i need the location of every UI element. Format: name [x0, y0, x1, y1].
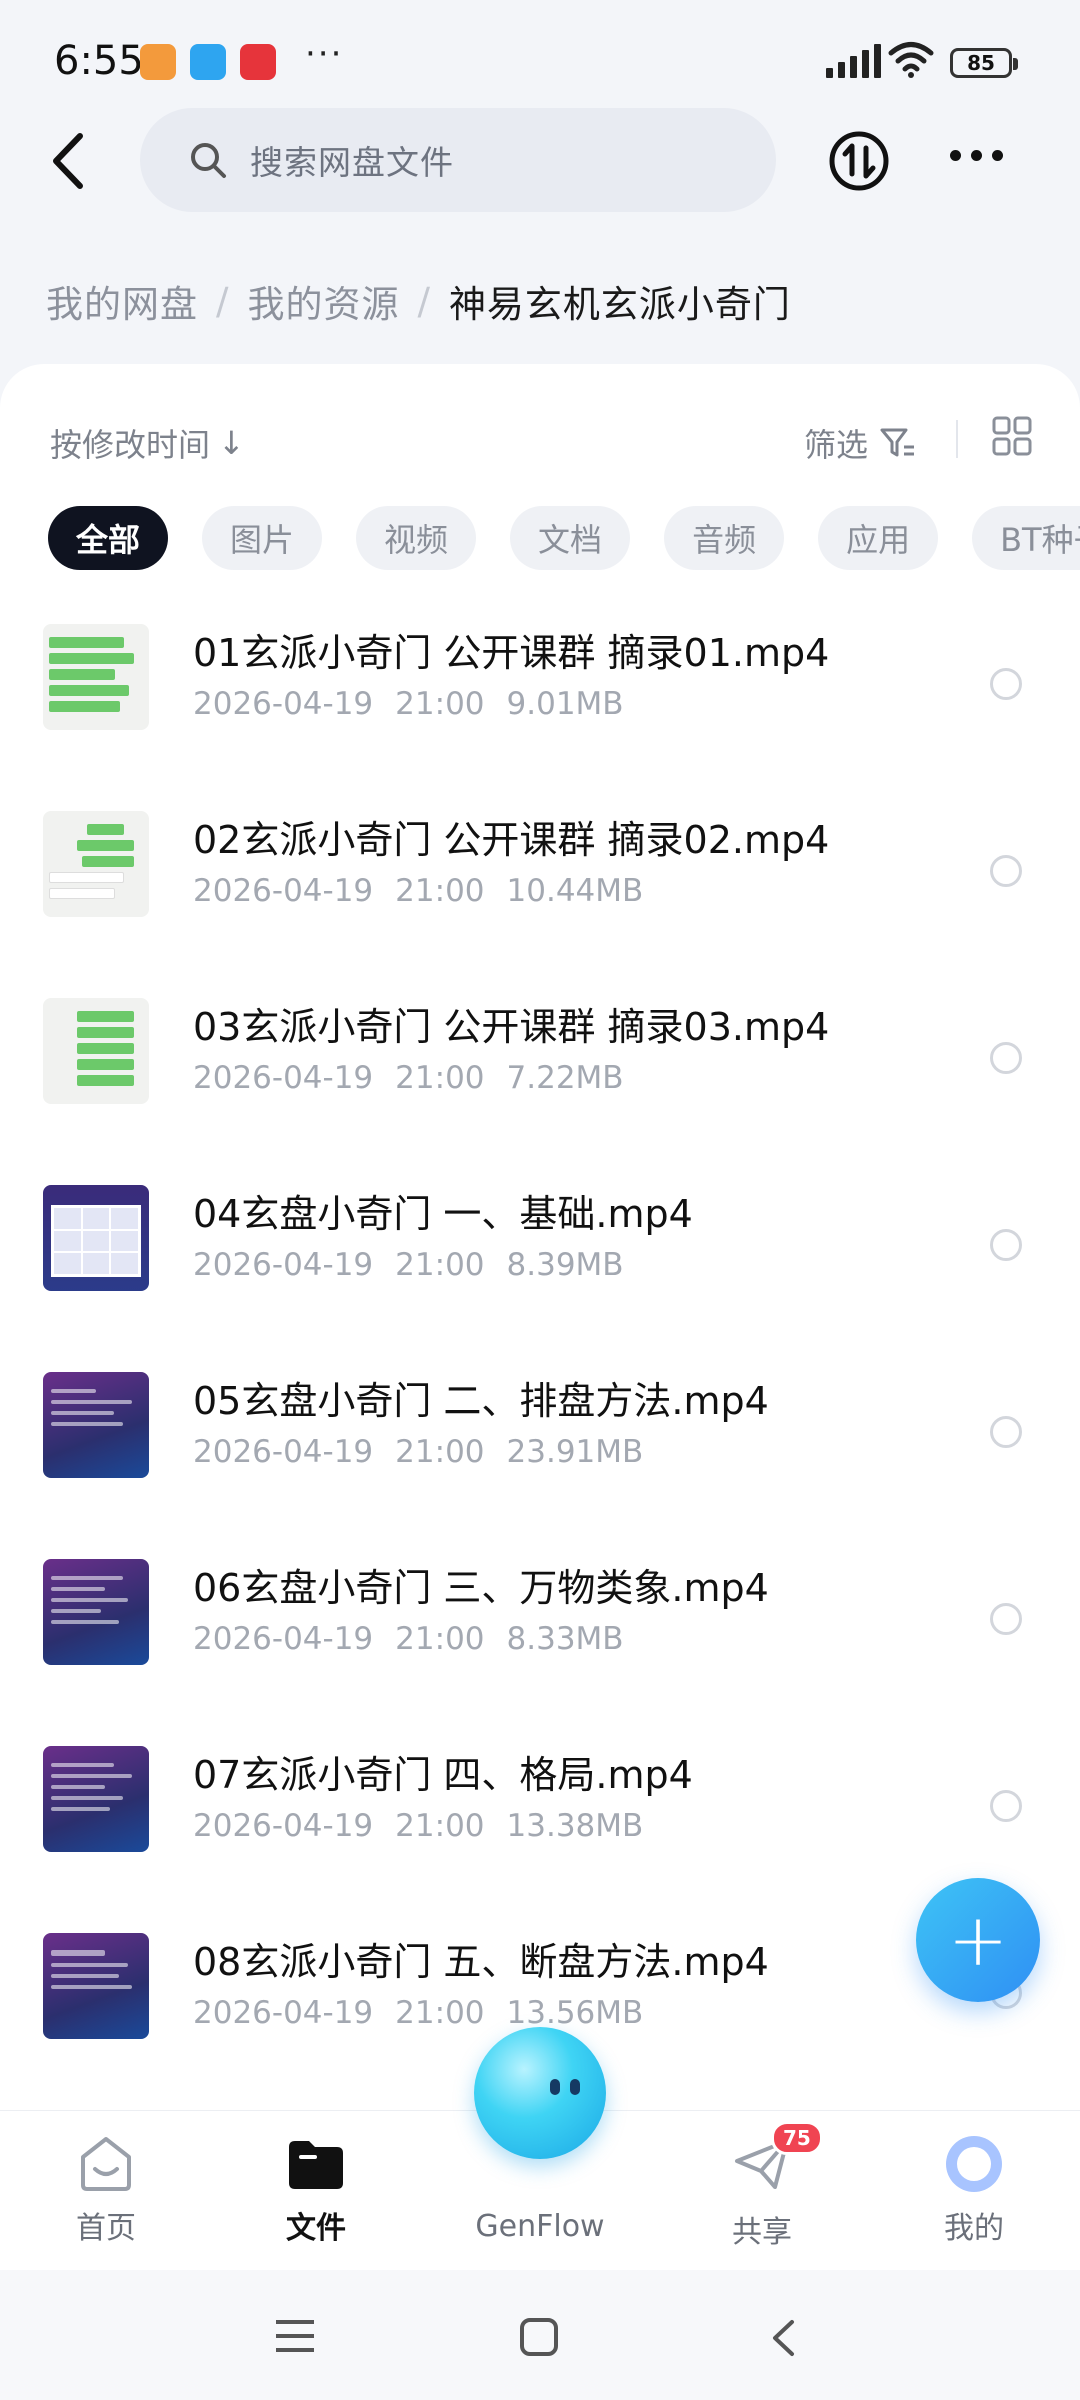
file-name: 07玄派小奇门 四、格局.mp4 [193, 1753, 693, 1797]
signal-icon [826, 44, 881, 78]
nav-genflow-label[interactable]: GenFlow [470, 2209, 610, 2244]
file-name: 01玄派小奇门 公开课群 摘录01.mp4 [193, 631, 830, 675]
sort-label: 按修改时间 [50, 426, 211, 464]
breadcrumb: 我的网盘 / 我的资源 / 神易玄机玄派小奇门 [46, 274, 791, 328]
file-thumbnail [43, 1372, 149, 1478]
file-row[interactable]: 05玄盘小奇门 二、排盘方法.mp4 2026-04-19 21:00 23.91M… [0, 1352, 1080, 1539]
file-name: 04玄盘小奇门 一、基础.mp4 [193, 1192, 693, 1236]
select-checkbox[interactable] [990, 855, 1022, 887]
nav-share-label: 共享 [732, 2215, 792, 2250]
filter-label: 筛选 [804, 426, 869, 464]
status-time: 6:55 [54, 38, 144, 84]
avatar-icon [946, 2136, 1002, 2192]
file-thumbnail [43, 1933, 149, 2039]
file-name: 06玄盘小奇门 三、万物类象.mp4 [193, 1566, 769, 1610]
select-checkbox[interactable] [990, 668, 1022, 700]
folder-icon [289, 2141, 343, 2189]
file-meta: 2026-04-19 21:00 13.38MB [193, 1808, 644, 1844]
search-placeholder: 搜索网盘文件 [250, 143, 454, 182]
file-name: 08玄派小奇门 五、断盘方法.mp4 [193, 1940, 769, 1984]
app-icon-orange [140, 44, 176, 80]
nav-home[interactable]: 首页 [36, 2133, 176, 2247]
file-list: 01玄派小奇门 公开课群 摘录01.mp4 2026-04-19 21:00 9.0… [0, 604, 1080, 2100]
wifi-icon [888, 42, 934, 78]
chip-images[interactable]: 图片 [202, 506, 323, 570]
nav-files-label: 文件 [286, 2211, 346, 2246]
breadcrumb-separator: / [216, 279, 230, 323]
back-arrow-icon[interactable] [40, 126, 96, 196]
add-button[interactable]: + [916, 1878, 1040, 2002]
breadcrumb-item-root[interactable]: 我的网盘 [46, 274, 198, 328]
file-name: 05玄盘小奇门 二、排盘方法.mp4 [193, 1379, 769, 1423]
select-checkbox[interactable] [990, 1790, 1022, 1822]
sort-button[interactable]: 按修改时间 ↓ [50, 420, 245, 466]
filter-button[interactable]: 筛选 [804, 420, 916, 466]
share-badge: 75 [771, 2121, 823, 2155]
chip-apps[interactable]: 应用 [818, 506, 939, 570]
app-icon-blue [190, 44, 226, 80]
bottom-nav: 首页 文件 GenFlow 75 共享 我的 [0, 2027, 1080, 2270]
chip-bt-torrent[interactable]: BT种子 [972, 506, 1080, 570]
select-checkbox[interactable] [990, 1042, 1022, 1074]
grid-view-icon[interactable] [992, 416, 1032, 456]
nav-me-label: 我的 [944, 2211, 1004, 2246]
app-icon-red [240, 44, 276, 80]
breadcrumb-item-current: 神易玄机玄派小奇门 [448, 283, 791, 326]
sort-arrow-icon: ↓ [218, 424, 245, 462]
toolbar-divider [956, 420, 958, 458]
file-row[interactable]: 01玄派小奇门 公开课群 摘录01.mp4 2026-04-19 21:00 9.0… [0, 604, 1080, 791]
file-thumbnail [43, 1185, 149, 1291]
category-chips: 全部 图片 视频 文档 音频 应用 BT种子 [48, 506, 1080, 570]
chip-all[interactable]: 全部 [48, 506, 169, 570]
home-square-icon[interactable] [520, 2318, 558, 2356]
chip-documents[interactable]: 文档 [510, 506, 631, 570]
select-checkbox[interactable] [990, 1416, 1022, 1448]
select-checkbox[interactable] [990, 1229, 1022, 1261]
nav-me[interactable]: 我的 [904, 2133, 1044, 2247]
file-row[interactable]: 03玄派小奇门 公开课群 摘录03.mp4 2026-04-19 21:00 7.2… [0, 978, 1080, 1165]
filter-icon [880, 428, 915, 457]
file-row[interactable]: 06玄盘小奇门 三、万物类象.mp4 2026-04-19 21:00 8.33MB [0, 1539, 1080, 1726]
file-name: 02玄派小奇门 公开课群 摘录02.mp4 [193, 818, 830, 862]
file-thumbnail [43, 1746, 149, 1852]
back-triangle-icon[interactable] [770, 2318, 796, 2358]
search-input[interactable]: 搜索网盘文件 [140, 108, 776, 212]
search-icon [191, 143, 226, 178]
battery-indicator: 85 [950, 48, 1018, 78]
nav-share[interactable]: 75 共享 [692, 2121, 832, 2251]
menu-icon[interactable] [274, 2318, 316, 2354]
status-bar: 6:55 ··· 85 [0, 0, 1080, 120]
file-row[interactable]: 02玄派小奇门 公开课群 摘录02.mp4 2026-04-19 21:00 10.… [0, 791, 1080, 978]
file-thumbnail [43, 1559, 149, 1665]
chip-videos[interactable]: 视频 [356, 506, 477, 570]
file-row[interactable]: 07玄派小奇门 四、格局.mp4 2026-04-19 21:00 13.38MB [0, 1726, 1080, 1913]
more-icon[interactable] [950, 150, 1003, 161]
file-row[interactable]: 04玄盘小奇门 一、基础.mp4 2026-04-19 21:00 8.39MB [0, 1165, 1080, 1352]
file-list-panel: 按修改时间 ↓ 筛选 全部 图片 视频 文档 音频 应用 BT种子 01玄派小奇… [0, 364, 1080, 2124]
status-more-icon: ··· [305, 34, 344, 74]
home-icon [81, 2137, 131, 2191]
system-nav-bar [0, 2270, 1080, 2400]
file-meta: 2026-04-19 21:00 23.91MB [193, 1434, 644, 1470]
select-checkbox[interactable] [990, 1603, 1022, 1635]
nav-home-label: 首页 [76, 2211, 136, 2246]
file-meta: 2026-04-19 21:00 9.01MB [193, 686, 624, 722]
file-meta: 2026-04-19 21:00 13.56MB [193, 1995, 644, 2031]
file-meta: 2026-04-19 21:00 8.33MB [193, 1621, 624, 1657]
breadcrumb-separator: / [417, 279, 431, 323]
file-meta: 2026-04-19 21:00 8.39MB [193, 1247, 624, 1283]
file-thumbnail [43, 998, 149, 1104]
file-meta: 2026-04-19 21:00 10.44MB [193, 873, 644, 909]
chip-audio[interactable]: 音频 [664, 506, 785, 570]
nav-files[interactable]: 文件 [246, 2133, 386, 2247]
file-thumbnail [43, 811, 149, 917]
file-meta: 2026-04-19 21:00 7.22MB [193, 1060, 624, 1096]
breadcrumb-item-resources[interactable]: 我的资源 [247, 274, 399, 328]
genflow-orb-icon[interactable] [474, 2027, 606, 2159]
transfer-icon[interactable] [828, 130, 890, 192]
file-thumbnail [43, 624, 149, 730]
file-name: 03玄派小奇门 公开课群 摘录03.mp4 [193, 1005, 830, 1049]
